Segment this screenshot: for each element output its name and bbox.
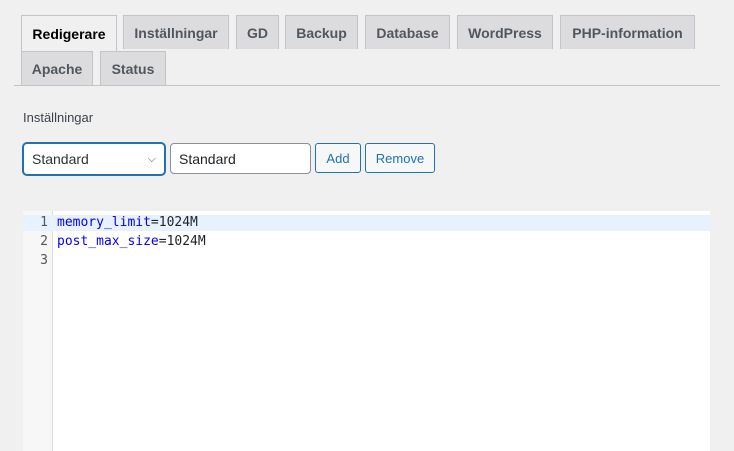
- line-number: 3: [40, 253, 48, 268]
- code-line: 3: [23, 253, 710, 269]
- line-number: 1: [40, 215, 48, 230]
- add-button[interactable]: Add: [315, 143, 361, 173]
- code-key: memory_limit: [57, 215, 151, 230]
- settings-name-input[interactable]: Standard: [170, 143, 311, 174]
- tab-gd[interactable]: GD: [236, 15, 279, 49]
- tabs-divider: [14, 85, 720, 86]
- code-line: 1 memory_limit=1024M: [23, 215, 710, 231]
- code-line: 2 post_max_size=1024M: [23, 234, 710, 250]
- tab-wordpress[interactable]: WordPress: [457, 15, 553, 49]
- tab-backup[interactable]: Backup: [285, 15, 358, 49]
- chevron-down-icon: ⌵: [147, 152, 156, 165]
- tab-php-information[interactable]: PHP-information: [560, 15, 695, 49]
- code-key: post_max_size: [57, 234, 159, 249]
- tab-redigerare[interactable]: Redigerare: [21, 15, 117, 51]
- select-value: Standard: [32, 151, 89, 167]
- code-value: =1024M: [158, 234, 206, 249]
- remove-button[interactable]: Remove: [365, 143, 435, 173]
- tab-status[interactable]: Status: [100, 51, 166, 85]
- tab-apache[interactable]: Apache: [21, 51, 93, 85]
- code-editor[interactable]: 1 memory_limit=1024M 2 post_max_size=1024M…: [23, 211, 710, 451]
- line-number: 2: [40, 234, 48, 249]
- settings-label: Inställningar: [23, 110, 94, 125]
- tab-installningar[interactable]: Inställningar: [123, 15, 229, 49]
- settings-select[interactable]: Standard ⌵: [23, 143, 165, 175]
- code-value: =1024M: [150, 215, 198, 230]
- tab-database[interactable]: Database: [365, 15, 450, 49]
